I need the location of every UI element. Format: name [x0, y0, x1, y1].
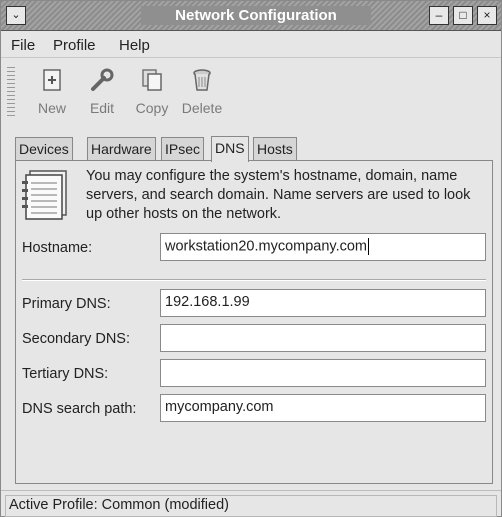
- text-caret: [368, 238, 370, 255]
- network-configuration-window: ⌄ Network Configuration – □ × File Profi…: [0, 0, 502, 517]
- tab-dns[interactable]: DNS: [211, 136, 249, 162]
- menu-profile[interactable]: Profile: [53, 37, 96, 54]
- copy-label: Copy: [135, 100, 169, 116]
- new-button[interactable]: New: [27, 65, 77, 116]
- tertiary-dns-label: Tertiary DNS:: [22, 366, 109, 382]
- menu-bar: File Profile Help: [1, 32, 501, 58]
- active-profile-status: Active Profile: Common (modified): [5, 495, 497, 517]
- hostname-value: workstation20.mycompany.com: [165, 238, 368, 255]
- maximize-button[interactable]: □: [453, 6, 473, 25]
- window-title: Network Configuration: [141, 6, 371, 25]
- tab-ipsec[interactable]: IPsec: [161, 137, 205, 161]
- close-button[interactable]: ×: [477, 6, 497, 25]
- copy-icon: [142, 69, 162, 91]
- delete-button[interactable]: Delete: [177, 65, 227, 116]
- menu-help[interactable]: Help: [119, 37, 150, 54]
- hostname-input[interactable]: workstation20.mycompany.com: [160, 233, 486, 261]
- tab-devices[interactable]: Devices: [15, 137, 73, 161]
- primary-dns-label: Primary DNS:: [22, 296, 111, 312]
- tab-hardware[interactable]: Hardware: [87, 137, 156, 161]
- dns-search-path-input[interactable]: mycompany.com: [160, 394, 486, 422]
- copy-button[interactable]: Copy: [127, 65, 177, 116]
- secondary-dns-label: Secondary DNS:: [22, 331, 130, 347]
- delete-label: Delete: [181, 100, 223, 116]
- title-bar[interactable]: ⌄ Network Configuration – □ ×: [1, 1, 501, 31]
- toolbar: New Edit Copy Delete: [1, 59, 501, 129]
- edit-button[interactable]: Edit: [77, 65, 127, 116]
- dns-info-text: You may configure the system's hostname,…: [86, 168, 471, 222]
- tertiary-dns-input[interactable]: [160, 359, 486, 387]
- toolbar-grip[interactable]: [7, 67, 15, 119]
- wrench-icon: [91, 68, 114, 91]
- edit-label: Edit: [89, 100, 115, 116]
- primary-dns-input[interactable]: 192.168.1.99: [160, 289, 486, 317]
- separator: [22, 279, 486, 281]
- secondary-dns-input[interactable]: [160, 324, 486, 352]
- minimize-button[interactable]: –: [429, 6, 449, 25]
- trash-icon: [193, 69, 211, 91]
- hostname-label: Hostname:: [22, 240, 93, 256]
- dns-panel: You may configure the system's hostname,…: [15, 160, 493, 484]
- status-bar: Active Profile: Common (modified): [1, 490, 501, 517]
- dns-search-path-label: DNS search path:: [22, 401, 137, 417]
- new-label: New: [37, 100, 66, 116]
- new-device-icon: [43, 69, 61, 91]
- menu-file[interactable]: File: [11, 37, 35, 54]
- window-menu-button[interactable]: ⌄: [6, 6, 26, 25]
- address-book-icon: [22, 170, 67, 220]
- tab-hosts[interactable]: Hosts: [253, 137, 297, 161]
